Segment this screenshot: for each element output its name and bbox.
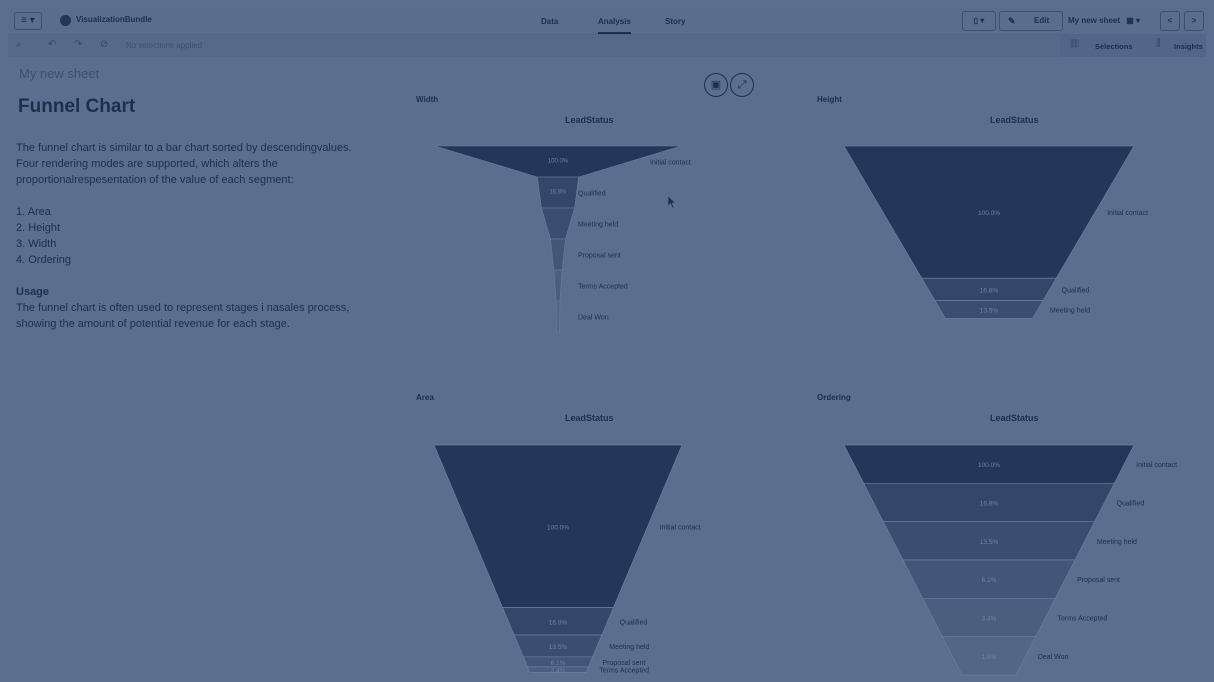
panel-title: Funnel Chart <box>18 96 136 117</box>
segment-value-label: 13.5% <box>549 644 568 651</box>
segment-value-label: 16.8% <box>549 190 567 196</box>
category-label: Deal Won <box>578 315 609 322</box>
funnel-segment-deal-won <box>555 300 561 333</box>
usage-heading: Usage <box>16 286 50 298</box>
clear-selections-icon[interactable]: ⊘ <box>100 39 108 50</box>
usage-paragraph: The funnel chart is often used to repres… <box>16 302 350 330</box>
category-label: Proposal sent <box>603 660 646 667</box>
snapshot-camera-icon[interactable]: ▣ <box>704 73 728 97</box>
category-label: Initial contact <box>1136 462 1177 469</box>
tab-story[interactable]: Story <box>665 17 685 26</box>
segment-value-label: 6.1% <box>982 577 997 584</box>
dimension-title-width: LeadStatus <box>565 115 614 125</box>
selection-bar: ⌕ ↶ ↷ ⊘ No selections applied ▥ Selectio… <box>8 35 1206 57</box>
selections-button[interactable]: Selections <box>1095 42 1133 51</box>
selection-bar-right: ▥ Selections ⫼ Insights <box>1060 35 1206 57</box>
chart-title-area: Area <box>416 393 434 402</box>
category-label: Qualified <box>1117 501 1145 508</box>
segment-value-label: 100.0% <box>548 159 569 165</box>
selections-icon[interactable]: ▥ <box>1070 38 1079 49</box>
app-globe-icon <box>60 15 71 26</box>
edit-button[interactable]: ✎ Edit <box>999 11 1063 31</box>
mode-item: 4. Ordering <box>16 254 72 266</box>
funnel-segment-meeting-held <box>540 207 576 240</box>
previous-sheet-button[interactable]: < <box>1160 11 1180 31</box>
step-forward-icon[interactable]: ↷ <box>74 39 82 50</box>
bookmark-button[interactable]: ▯ ▾ <box>962 11 996 31</box>
mouse-cursor-icon <box>667 195 677 209</box>
pencil-icon: ✎ <box>1008 16 1016 26</box>
sheet-title: My new sheet <box>19 66 100 81</box>
funnel-chart-width[interactable]: 100.0% Initial contact 16.8% Qualified Meeti… <box>408 133 708 333</box>
next-sheet-button[interactable]: > <box>1184 11 1204 31</box>
segment-value-label: 100.0% <box>978 462 1000 469</box>
segment-value-label: 100.0% <box>547 524 569 531</box>
category-label: Qualified <box>1062 287 1090 294</box>
segment-value-label: 13.5% <box>980 539 999 546</box>
category-label: Initial contact <box>660 524 701 531</box>
tab-analysis[interactable]: Analysis <box>598 17 631 34</box>
category-label: Meeting held <box>578 222 618 229</box>
dimension-title-ordering: LeadStatus <box>990 413 1039 423</box>
funnel-segment-proposal-sent <box>550 238 566 271</box>
smart-search-icon[interactable]: ⌕ <box>16 39 22 50</box>
dimension-title-height: LeadStatus <box>990 115 1039 125</box>
edit-label: Edit <box>1034 16 1050 25</box>
chart-title-ordering: Ordering <box>817 393 851 402</box>
insights-button[interactable]: Insights <box>1174 42 1203 51</box>
sheet-selector-label: My new sheet <box>1068 16 1121 25</box>
category-label: Terms Accepted <box>599 668 649 675</box>
category-label: Meeting held <box>609 644 649 651</box>
segment-value-label: 1.6% <box>982 654 997 661</box>
chart-title-width: Width <box>416 95 439 104</box>
segment-value-label: 16.8% <box>980 287 999 294</box>
category-label: Deal Won <box>1038 654 1069 661</box>
dimension-title-area: LeadStatus <box>565 413 614 423</box>
category-label: Terms Accepted <box>578 284 628 291</box>
tab-data[interactable]: Data <box>541 17 558 26</box>
category-label: Meeting held <box>1097 539 1137 546</box>
mode-item: 2. Height <box>16 222 61 234</box>
segment-value-label: 100.0% <box>978 210 1000 217</box>
step-back-icon[interactable]: ↶ <box>48 39 56 50</box>
top-bar: ≡ ▾ VisualizationBundle Data Analysis St… <box>8 8 1206 35</box>
category-label: Terms Accepted <box>1058 616 1108 623</box>
chart-title-height: Height <box>817 95 842 104</box>
category-label: Qualified <box>578 191 606 198</box>
category-label: Proposal sent <box>1077 577 1120 584</box>
app-window: ≡ ▾ VisualizationBundle Data Analysis St… <box>8 8 1206 680</box>
funnel-chart-area[interactable]: 100.0% Initial contact 16.8% Qualified 13.5%… <box>408 433 708 675</box>
segment-value-label: 16.8% <box>549 619 568 626</box>
fullscreen-expand-icon[interactable]: ⤢ <box>730 73 754 97</box>
no-selections-text: No selections applied <box>126 41 203 50</box>
global-menu-button[interactable]: ≡ ▾ <box>14 12 42 30</box>
intro-paragraph: The funnel chart is similar to a bar cha… <box>16 142 352 186</box>
category-label: Proposal sent <box>578 253 621 260</box>
insights-icon[interactable]: ⫼ <box>1156 38 1161 49</box>
description-text: The funnel chart is similar to a bar cha… <box>16 140 366 332</box>
segment-value-label: 3.4% <box>551 668 566 675</box>
category-label: Initial contact <box>650 160 691 167</box>
category-label: Meeting held <box>1050 307 1090 314</box>
mode-item: 3. Width <box>16 238 57 250</box>
segment-value-label: 16.8% <box>980 501 999 508</box>
segment-value-label: 6.1% <box>551 660 566 667</box>
sheet-grid-icon: ▦ ▾ <box>1126 16 1141 25</box>
segment-value-label: 3.4% <box>982 616 997 623</box>
app-name: VisualizationBundle <box>76 15 152 24</box>
funnel-chart-ordering[interactable]: 100.0% Initial contact 16.8% Qualified 13.5%… <box>808 433 1188 676</box>
mode-item: 1. Area <box>16 206 51 218</box>
category-label: Initial contact <box>1107 210 1148 217</box>
segment-value-label: 13.5% <box>980 307 999 314</box>
category-label: Qualified <box>620 619 648 626</box>
funnel-chart-height[interactable]: 100.0% Initial contact 16.8% Qualified 13.5%… <box>808 133 1188 333</box>
sheet-selector[interactable]: My new sheet ▦ ▾ <box>1068 16 1140 25</box>
funnel-segment-terms-accepted <box>553 269 563 302</box>
